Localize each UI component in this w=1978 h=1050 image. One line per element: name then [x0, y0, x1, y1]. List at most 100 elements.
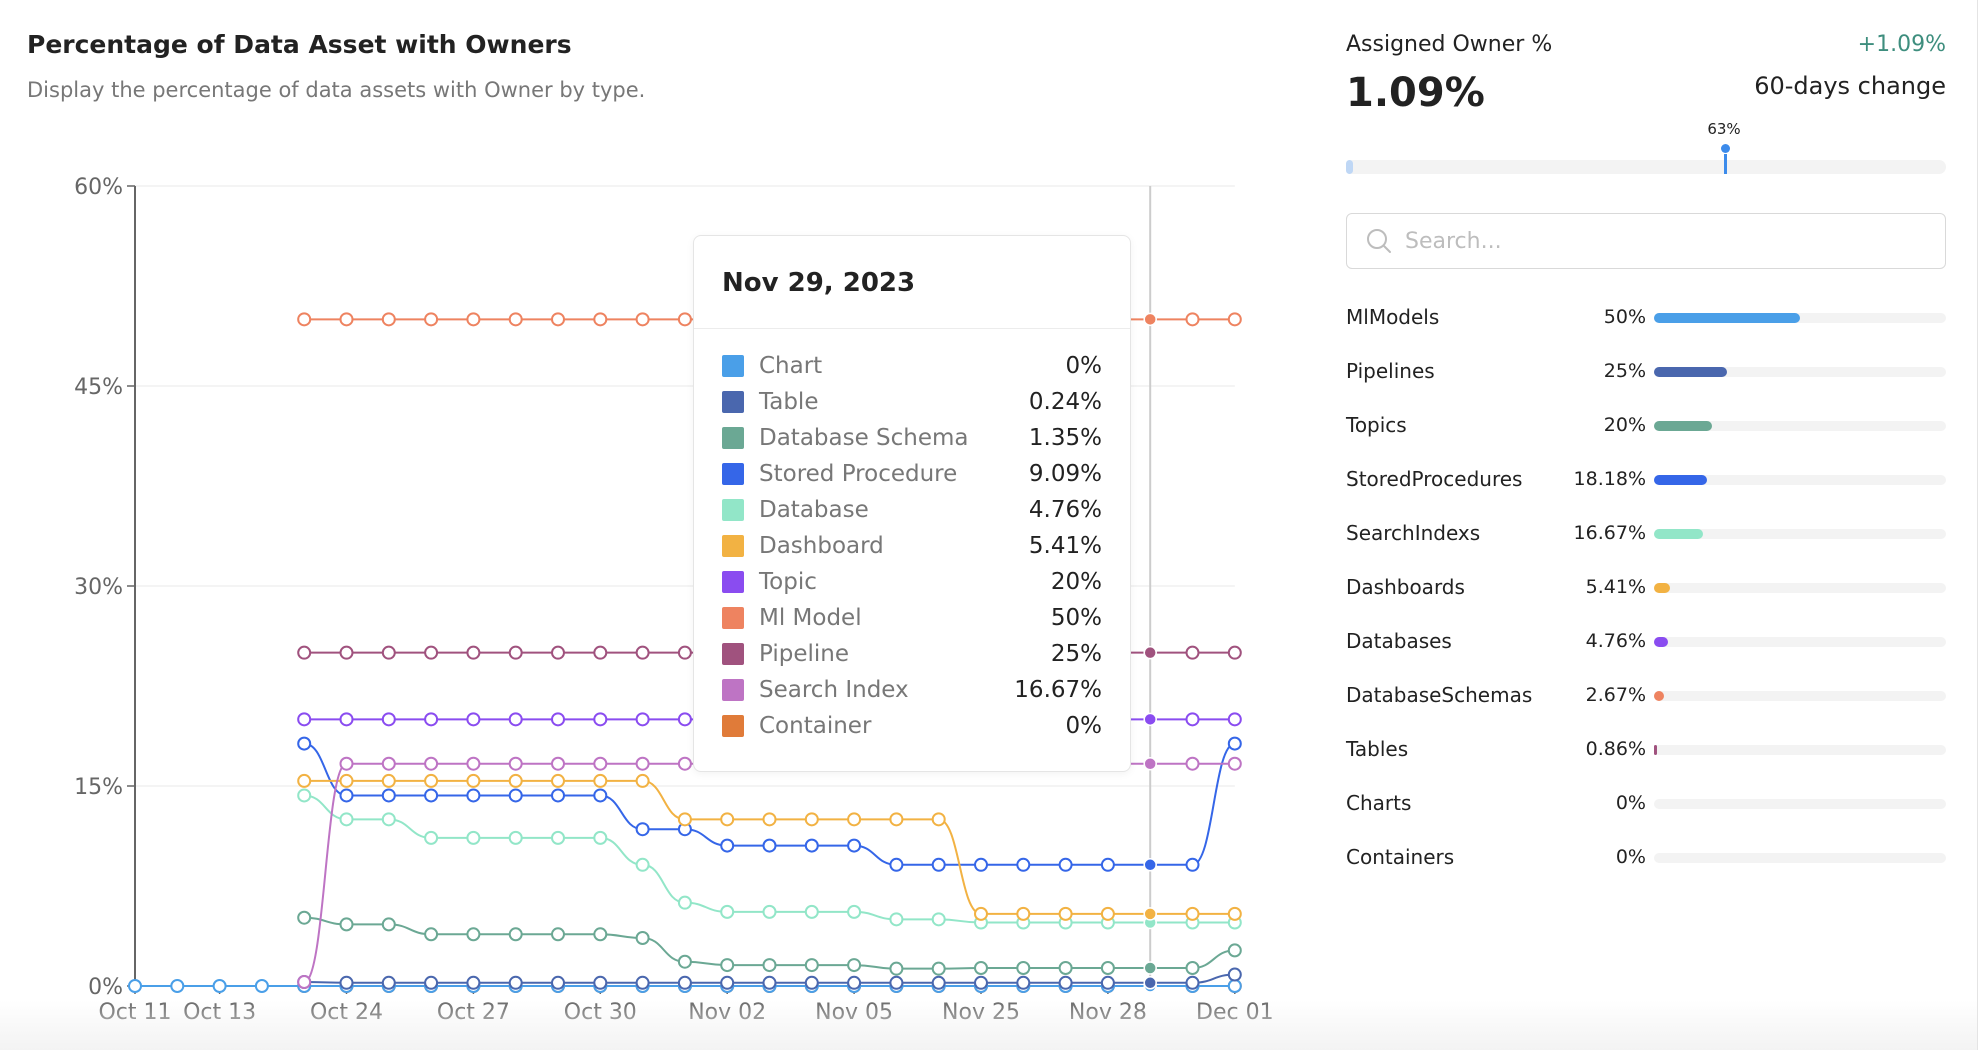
y-tick-label: 30% — [74, 575, 123, 600]
data-point — [339, 773, 354, 788]
tooltip-row-value: 9.09% — [1028, 461, 1102, 487]
asset-progress-bar — [1654, 529, 1946, 539]
data-point — [1058, 975, 1073, 990]
tooltip-row-label: Search Index — [759, 677, 909, 703]
search-field[interactable] — [1346, 213, 1946, 269]
asset-type-percent: 5.41% — [1585, 576, 1646, 598]
change-value: +1.09% — [1857, 32, 1946, 57]
data-point — [762, 904, 777, 919]
tooltip-row-label: Container — [759, 713, 872, 739]
tooltip-row-value: 1.35% — [1028, 425, 1102, 451]
asset-progress-fill — [1654, 421, 1713, 431]
data-point — [508, 712, 523, 727]
asset-progress-fill — [1654, 637, 1668, 647]
data-point — [635, 756, 650, 771]
asset-list-item: Tables 0.86% — [1346, 722, 1946, 776]
data-point — [974, 857, 988, 872]
data-point — [931, 975, 946, 990]
data-point — [1185, 906, 1200, 921]
data-point — [931, 857, 946, 872]
asset-progress-bar — [1654, 691, 1946, 701]
data-point — [1227, 712, 1242, 727]
data-point — [551, 788, 565, 803]
highlighted-data-point — [1143, 312, 1157, 327]
data-point — [1185, 975, 1200, 990]
asset-progress-fill — [1654, 367, 1727, 377]
data-point — [381, 712, 396, 727]
data-point — [720, 904, 735, 919]
data-point — [1185, 961, 1200, 975]
tooltip-date: Nov 29, 2023 — [722, 268, 916, 298]
data-point — [1185, 857, 1200, 872]
data-point — [593, 712, 608, 727]
asset-progress-bar — [1654, 853, 1946, 863]
asset-list-item: Databases 4.76% — [1346, 614, 1946, 668]
tooltip-row-label: Table — [759, 389, 819, 415]
legend-swatch-icon — [722, 607, 744, 629]
tooltip-row-value: 4.76% — [1028, 497, 1102, 523]
data-point — [889, 812, 904, 827]
asset-list-item: SearchIndexs 16.67% — [1346, 506, 1946, 560]
data-point — [677, 312, 692, 327]
data-point — [1227, 967, 1242, 982]
data-point — [593, 788, 608, 803]
asset-progress-bar — [1654, 799, 1946, 809]
data-point — [551, 927, 565, 942]
asset-progress-bar — [1654, 583, 1946, 593]
asset-type-label: Tables — [1346, 737, 1409, 761]
data-point — [297, 975, 312, 989]
data-point — [677, 712, 692, 727]
asset-progress-fill — [1654, 583, 1670, 593]
asset-progress-fill — [1654, 691, 1664, 701]
legend-swatch-icon — [722, 679, 744, 701]
asset-progress-bar — [1654, 367, 1946, 377]
assigned-owner-value: 1.09% — [1346, 70, 1485, 116]
legend-swatch-icon — [722, 463, 744, 485]
data-point — [1185, 756, 1200, 771]
legend-swatch-icon — [722, 427, 744, 449]
asset-type-label: StoredProcedures — [1346, 467, 1523, 491]
tooltip-row-value: 16.67% — [1014, 677, 1102, 703]
data-point — [1227, 756, 1242, 771]
data-point — [297, 773, 312, 788]
data-point — [804, 904, 819, 919]
search-input[interactable] — [1403, 227, 1945, 255]
tooltip-row: Container 0% — [722, 708, 1102, 744]
data-point — [847, 812, 862, 827]
data-point — [551, 830, 565, 845]
asset-type-label: Containers — [1346, 845, 1455, 869]
y-tick-label: 60% — [74, 175, 123, 200]
search-icon — [1367, 229, 1391, 253]
data-point — [889, 857, 904, 872]
highlighted-data-point — [1143, 756, 1157, 771]
data-point — [677, 812, 692, 827]
data-point — [1227, 312, 1242, 327]
data-point — [1100, 906, 1115, 921]
data-point — [297, 910, 312, 925]
data-point — [635, 857, 650, 872]
data-point — [339, 917, 354, 932]
legend-swatch-icon — [722, 571, 744, 593]
data-point — [508, 975, 523, 990]
data-point — [1227, 979, 1242, 993]
asset-type-label: DatabaseSchemas — [1346, 683, 1533, 707]
data-point — [339, 645, 354, 660]
asset-type-label: Pipelines — [1346, 359, 1435, 383]
data-point — [1185, 645, 1200, 660]
asset-list-item: Containers 0% — [1346, 830, 1946, 884]
tooltip-row: Table 0.24% — [722, 384, 1102, 420]
data-point — [551, 975, 565, 990]
data-point — [466, 773, 481, 788]
data-point — [804, 958, 819, 973]
asset-progress-bar — [1654, 421, 1946, 431]
data-point — [931, 812, 946, 827]
data-point — [593, 756, 608, 771]
data-point — [677, 756, 692, 771]
owner-progress-bar: 63% — [1346, 120, 1946, 174]
data-point — [128, 979, 142, 993]
data-point — [1185, 712, 1200, 727]
asset-type-label: SearchIndexs — [1346, 521, 1481, 545]
data-point — [381, 312, 396, 327]
data-point — [593, 645, 608, 660]
data-point — [508, 756, 523, 771]
